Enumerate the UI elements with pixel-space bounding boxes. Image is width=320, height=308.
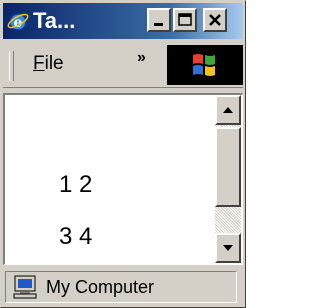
status-bar: My Computer xyxy=(3,269,243,305)
ie-logo-icon: e xyxy=(7,10,29,32)
menu-item-file[interactable]: File xyxy=(33,53,64,75)
menu-overflow-chevron[interactable]: » xyxy=(137,49,146,67)
close-icon xyxy=(209,14,221,26)
arrow-up-icon xyxy=(223,107,233,113)
windows-throbber xyxy=(167,45,243,85)
menu-bar: File » xyxy=(3,43,243,88)
minimize-button[interactable] xyxy=(147,8,171,32)
scroll-thumb[interactable] xyxy=(215,127,241,207)
minimize-icon xyxy=(154,23,163,26)
content-line: 3 4 xyxy=(59,223,93,250)
menu-item-file-accelerator: F xyxy=(33,53,45,74)
toolbar-grip[interactable] xyxy=(9,51,14,81)
windows-flag-icon xyxy=(193,54,215,76)
content-line: 1 2 xyxy=(59,171,93,198)
close-button[interactable] xyxy=(203,8,227,32)
window-title: Ta... xyxy=(33,8,76,33)
maximize-icon xyxy=(178,13,192,26)
status-zone-pane: My Computer xyxy=(5,271,237,303)
status-zone-label: My Computer xyxy=(46,277,155,297)
maximize-button[interactable] xyxy=(173,8,197,32)
document-view[interactable]: 1 2 3 4 xyxy=(3,93,243,265)
scroll-up-button[interactable] xyxy=(215,95,241,125)
browser-window: e Ta... File » 1 2 3 4 My Computer xyxy=(0,0,246,308)
menu-item-file-label: ile xyxy=(44,53,64,74)
arrow-down-icon xyxy=(223,245,233,251)
title-bar[interactable]: e Ta... xyxy=(3,3,243,39)
vertical-scrollbar[interactable] xyxy=(215,95,241,263)
scroll-down-button[interactable] xyxy=(215,233,241,263)
my-computer-icon xyxy=(12,275,38,299)
